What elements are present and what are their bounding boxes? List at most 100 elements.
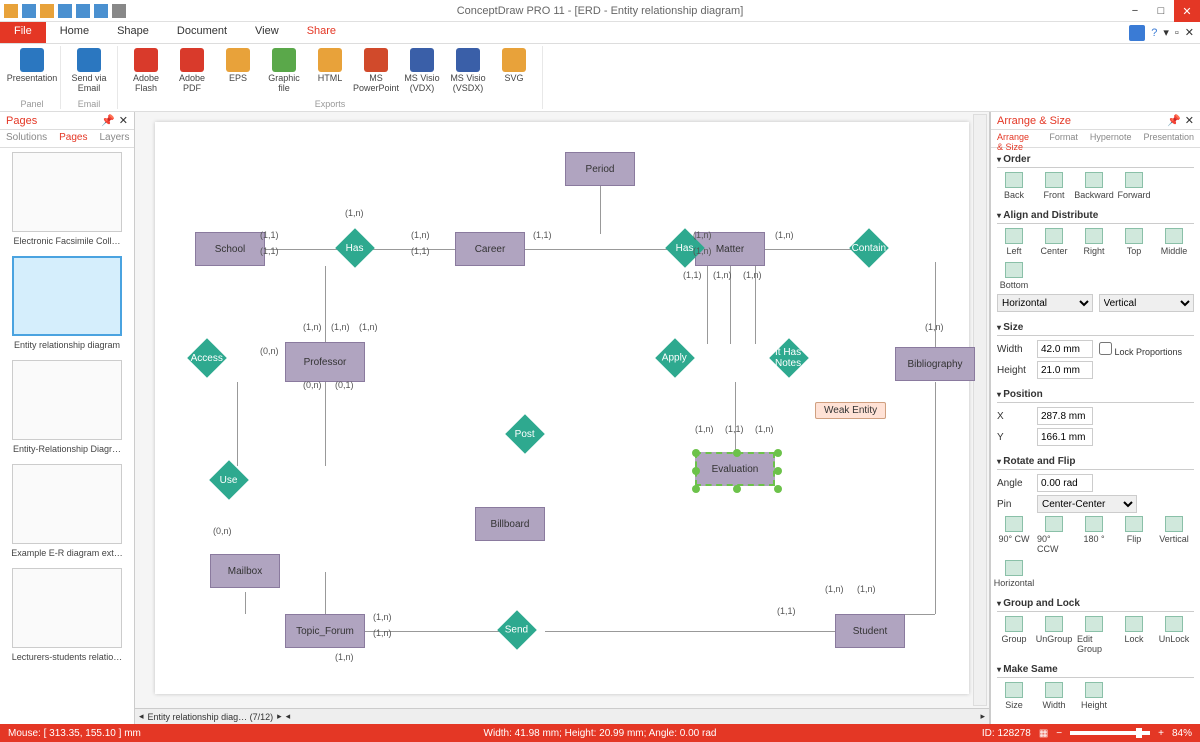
section-group[interactable]: Group and Lock: [997, 596, 1194, 612]
subwin-restore-icon[interactable]: ▫: [1175, 27, 1179, 39]
makesame-height[interactable]: Height: [1077, 682, 1111, 710]
entity-bibliography[interactable]: Bibliography: [895, 347, 975, 381]
relationship-notes[interactable]: It Has Notes: [769, 338, 809, 378]
align-bottom[interactable]: Bottom: [997, 262, 1031, 290]
group-lock[interactable]: Lock: [1117, 616, 1151, 654]
angle-input[interactable]: [1037, 474, 1093, 492]
zoom-out-icon[interactable]: −: [1056, 728, 1062, 739]
pin-icon[interactable]: 📌: [101, 114, 115, 127]
qat-print-icon[interactable]: [112, 4, 126, 18]
align-middle[interactable]: Middle: [1157, 228, 1191, 256]
height-input[interactable]: [1037, 361, 1093, 379]
rotate--[interactable]: 180 °: [1077, 516, 1111, 554]
ribbon-tab-file[interactable]: File: [0, 22, 46, 43]
pin-icon[interactable]: 📌: [1167, 114, 1181, 127]
rotate--ccw[interactable]: 90° CCW: [1037, 516, 1071, 554]
ribbon-svg[interactable]: SVG: [492, 46, 536, 94]
order-forward[interactable]: Forward: [1117, 172, 1151, 200]
pos-x-input[interactable]: [1037, 407, 1093, 425]
relationship-contain[interactable]: Contain: [849, 228, 889, 268]
diagram[interactable]: PeriodSchoolCareerMatterBibliographyProf…: [155, 122, 969, 694]
rotate-flip[interactable]: Flip: [1117, 516, 1151, 554]
vertical-scrollbar[interactable]: [973, 114, 987, 706]
order-front[interactable]: Front: [1037, 172, 1071, 200]
panel-tab-solutions[interactable]: Solutions: [0, 130, 53, 147]
page-thumbnail[interactable]: Electronic Facsimile Coll…: [4, 152, 130, 246]
qat-save-icon[interactable]: [94, 4, 108, 18]
section-position[interactable]: Position: [997, 387, 1194, 403]
order-backward[interactable]: Backward: [1077, 172, 1111, 200]
zoom-in-icon[interactable]: +: [1158, 728, 1164, 739]
ribbon-tab-shape[interactable]: Shape: [103, 22, 163, 43]
section-order[interactable]: Order: [997, 152, 1194, 168]
section-makesame[interactable]: Make Same: [997, 662, 1194, 678]
makesame-size[interactable]: Size: [997, 682, 1031, 710]
group-edit-group[interactable]: Edit Group: [1077, 616, 1111, 654]
ribbon-tab-share[interactable]: Share: [293, 22, 350, 43]
close-panel-icon[interactable]: ✕: [119, 114, 128, 127]
section-rotate[interactable]: Rotate and Flip: [997, 454, 1194, 470]
ribbon-eps[interactable]: EPS: [216, 46, 260, 94]
status-icon[interactable]: ▦: [1039, 728, 1048, 739]
page-thumbnail[interactable]: Entity relationship diagram: [4, 256, 130, 350]
ribbon-tab-view[interactable]: View: [241, 22, 293, 43]
ribbon-ms-visio-vsdx-[interactable]: MS Visio (VSDX): [446, 46, 490, 94]
close-panel-icon[interactable]: ✕: [1185, 114, 1194, 127]
help-icon[interactable]: ?: [1151, 27, 1157, 39]
entity-school[interactable]: School: [195, 232, 265, 266]
rotate-horizontal[interactable]: Horizontal: [997, 560, 1031, 588]
tab-scroll-left[interactable]: ◂: [286, 711, 291, 722]
relationship-has1[interactable]: Has: [335, 228, 375, 268]
entity-evaluation[interactable]: Evaluation: [695, 452, 775, 486]
panel-tab-layers[interactable]: Layers: [94, 130, 136, 147]
relationship-apply[interactable]: Apply: [655, 338, 695, 378]
canvas[interactable]: PeriodSchoolCareerMatterBibliographyProf…: [155, 122, 969, 694]
ribbon-presentation[interactable]: Presentation: [10, 46, 54, 84]
qat-icon[interactable]: [4, 4, 18, 18]
pin-select[interactable]: Center-Center: [1037, 495, 1137, 513]
qat-undo-icon[interactable]: [58, 4, 72, 18]
entity-topic[interactable]: Topic_Forum: [285, 614, 365, 648]
ribbon-graphic-file[interactable]: Graphic file: [262, 46, 306, 94]
subwin-min-icon[interactable]: ▾: [1163, 26, 1169, 39]
rp-tab-hypernote[interactable]: Hypernote: [1084, 130, 1138, 147]
group-group[interactable]: Group: [997, 616, 1031, 654]
makesame-width[interactable]: Width: [1037, 682, 1071, 710]
group-unlock[interactable]: UnLock: [1157, 616, 1191, 654]
subwin-close-icon[interactable]: ✕: [1185, 26, 1194, 39]
relationship-use[interactable]: Use: [209, 460, 249, 500]
qat-redo-icon[interactable]: [76, 4, 90, 18]
panel-tab-pages[interactable]: Pages: [53, 130, 93, 147]
distribute-vertical[interactable]: Vertical: [1099, 294, 1195, 312]
relationship-access[interactable]: Access: [187, 338, 227, 378]
ribbon-ms-visio-vdx-[interactable]: MS Visio (VDX): [400, 46, 444, 94]
ribbon-send-via-email[interactable]: Send via Email: [67, 46, 111, 94]
rp-tab-arrange[interactable]: Arrange & Size: [991, 130, 1043, 147]
rp-tab-format[interactable]: Format: [1043, 130, 1084, 147]
width-input[interactable]: [1037, 340, 1093, 358]
order-back[interactable]: Back: [997, 172, 1031, 200]
zoom-slider[interactable]: [1070, 731, 1150, 735]
rotate--cw[interactable]: 90° CW: [997, 516, 1031, 554]
ribbon-tab-home[interactable]: Home: [46, 22, 103, 43]
entity-period[interactable]: Period: [565, 152, 635, 186]
align-top[interactable]: Top: [1117, 228, 1151, 256]
ribbon-html[interactable]: HTML: [308, 46, 352, 94]
rotate-vertical[interactable]: Vertical: [1157, 516, 1191, 554]
rp-tab-presentation[interactable]: Presentation: [1137, 130, 1200, 147]
section-size[interactable]: Size: [997, 320, 1194, 336]
relationship-send[interactable]: Send: [497, 610, 537, 650]
entity-professor[interactable]: Professor: [285, 342, 365, 382]
entity-mailbox[interactable]: Mailbox: [210, 554, 280, 588]
page-tab-current[interactable]: Entity relationship diag… (7/12): [148, 712, 274, 722]
distribute-horizontal[interactable]: Horizontal: [997, 294, 1093, 312]
align-center[interactable]: Center: [1037, 228, 1071, 256]
page-thumbnail[interactable]: Entity-Relationship Diagr…: [4, 360, 130, 454]
entity-student[interactable]: Student: [835, 614, 905, 648]
pos-y-input[interactable]: [1037, 428, 1093, 446]
align-right[interactable]: Right: [1077, 228, 1111, 256]
tab-nav-next[interactable]: ▸: [277, 711, 282, 722]
maximize-button[interactable]: □: [1148, 0, 1174, 22]
close-button[interactable]: ✕: [1174, 0, 1200, 22]
ribbon-adobe-pdf[interactable]: Adobe PDF: [170, 46, 214, 94]
